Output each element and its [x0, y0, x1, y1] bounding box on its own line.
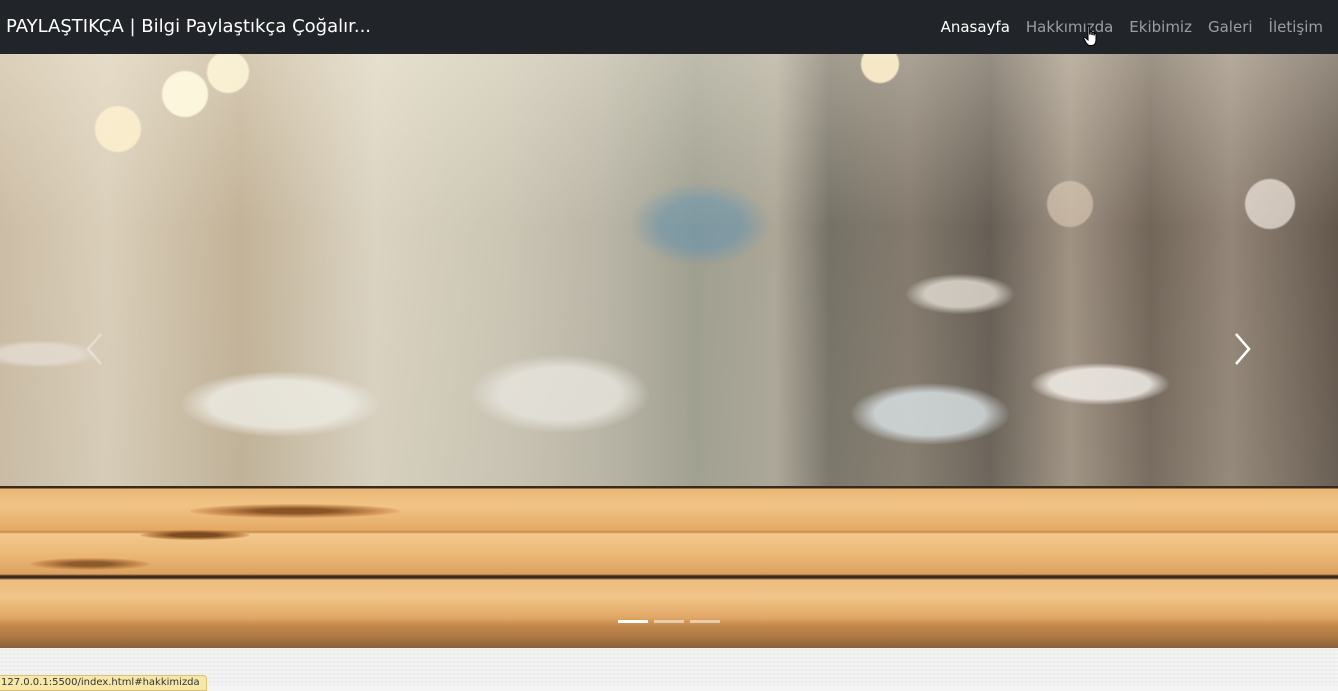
carousel-prev-button[interactable]	[80, 324, 110, 374]
nav-link-ekibimiz[interactable]: Ekibimiz	[1129, 18, 1192, 36]
hand-cursor-icon	[1083, 25, 1097, 46]
brand-link[interactable]: PAYLAŞTIKÇA | Bilgi Paylaştıkça Çoğalır.…	[6, 0, 371, 54]
wood-knot	[30, 558, 150, 570]
carousel-indicators	[618, 620, 720, 623]
carousel-indicator-2[interactable]	[654, 620, 684, 623]
navbar: PAYLAŞTIKÇA | Bilgi Paylaştıkça Çoğalır.…	[0, 0, 1338, 54]
nav-link-galeri[interactable]: Galeri	[1208, 18, 1253, 36]
slide-image	[0, 54, 1338, 648]
nav-link-hakkimizda[interactable]: Hakkımızda	[1026, 18, 1113, 36]
chevron-left-icon	[86, 333, 102, 365]
nav-link-iletisim[interactable]: İletişim	[1269, 18, 1323, 36]
nav-link-anasayfa[interactable]: Anasayfa	[941, 18, 1010, 36]
chevron-right-icon	[1235, 333, 1251, 365]
carousel-next-button[interactable]	[1227, 324, 1257, 374]
wooden-table-top	[0, 486, 1338, 648]
carousel-indicator-1[interactable]	[618, 620, 648, 623]
browser-status-url: 127.0.0.1:5500/index.html#hakkimizda	[0, 675, 207, 691]
carousel-indicator-3[interactable]	[690, 620, 720, 623]
hero-carousel	[0, 54, 1338, 648]
nav-links: Anasayfa Hakkımızda Ekibimiz Galeri İlet…	[925, 0, 1323, 54]
